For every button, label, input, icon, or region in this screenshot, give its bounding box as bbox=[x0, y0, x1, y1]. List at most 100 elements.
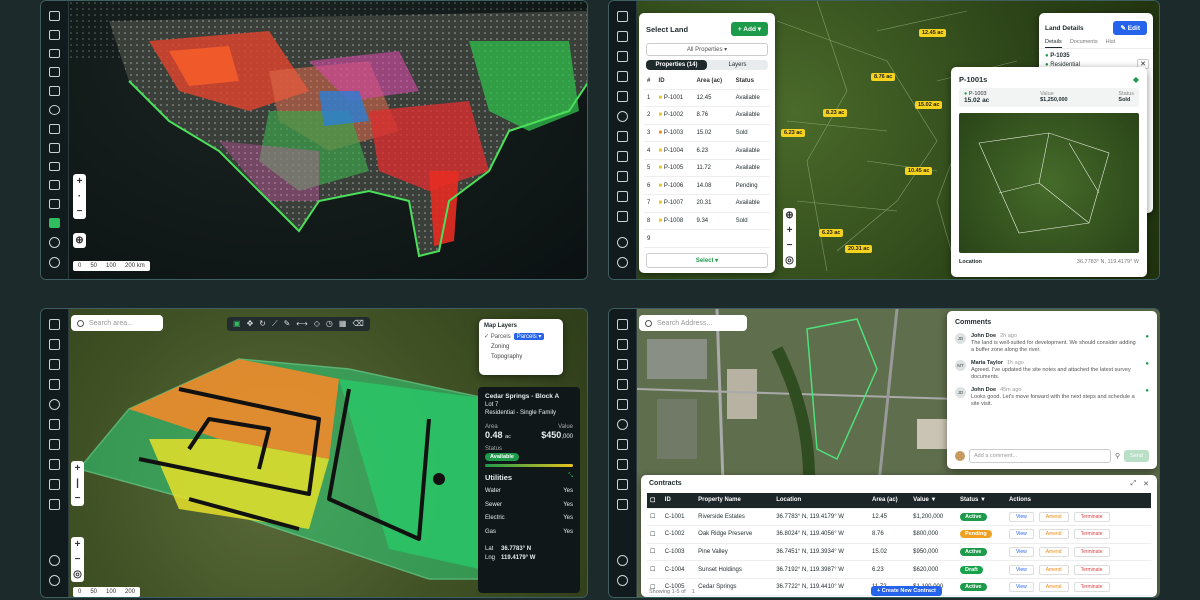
shape-icon[interactable] bbox=[49, 419, 60, 430]
table-row[interactable]: ☐ C-1002 Oak Ridge Preserve 36.8024° N, 119… bbox=[647, 525, 1151, 544]
comment-input[interactable]: Add a comment... bbox=[969, 449, 1111, 463]
tab-layers[interactable]: Layers bbox=[707, 60, 768, 70]
layers-icon[interactable] bbox=[49, 379, 60, 390]
pan-tool-icon[interactable]: ✥ bbox=[247, 319, 254, 329]
table-row[interactable]: 6 ■ P-1006 14.08 Pending bbox=[644, 176, 770, 196]
tab-details[interactable]: Details bbox=[1045, 39, 1062, 48]
map-area-label[interactable]: 20.31 ac bbox=[845, 245, 873, 253]
globe-icon[interactable] bbox=[49, 105, 60, 115]
menu-icon[interactable] bbox=[49, 11, 60, 21]
locate-control[interactable]: ⊕ bbox=[73, 233, 86, 248]
table-row[interactable]: 9 bbox=[644, 229, 770, 248]
compass-button[interactable]: ◎ bbox=[73, 567, 82, 582]
layer-zoning[interactable]: Zoning bbox=[479, 342, 563, 352]
layer-topography[interactable]: Topography bbox=[479, 352, 563, 362]
zoom-out-button[interactable]: − bbox=[75, 491, 81, 506]
layer-select-parcels[interactable]: Parcels ▾ bbox=[513, 333, 545, 340]
home-icon[interactable] bbox=[617, 339, 628, 350]
map-area-label[interactable]: 15.02 ac bbox=[915, 101, 943, 109]
grid-icon[interactable] bbox=[49, 459, 60, 470]
layers-icon[interactable]: ◆ bbox=[1133, 75, 1139, 84]
layer-toggle-parcels[interactable]: ✓ Parcels bbox=[484, 333, 511, 340]
chart-icon[interactable] bbox=[617, 211, 628, 222]
location-icon[interactable] bbox=[617, 555, 628, 566]
attach-icon[interactable]: ⚲ bbox=[1115, 452, 1120, 460]
home-icon[interactable] bbox=[49, 339, 60, 350]
measure-icon[interactable] bbox=[49, 142, 60, 153]
time-tool-icon[interactable]: ◷ bbox=[326, 319, 333, 329]
map-area-label[interactable]: 6.23 ac bbox=[819, 229, 844, 237]
row-checkbox[interactable]: ☐ bbox=[647, 543, 662, 562]
grid-icon[interactable] bbox=[617, 171, 628, 182]
map-area-label[interactable]: 6.23 ac bbox=[781, 129, 806, 137]
select-tool-icon[interactable]: ▣ bbox=[233, 319, 241, 329]
layers-icon[interactable] bbox=[49, 48, 60, 59]
map-area-label[interactable]: 8.23 ac bbox=[823, 109, 848, 117]
chart-icon[interactable] bbox=[49, 499, 60, 510]
map-area-label[interactable]: 8.76 ac bbox=[871, 73, 896, 81]
amend-button[interactable]: Amend bbox=[1038, 582, 1069, 593]
amend-button[interactable]: Amend bbox=[1038, 564, 1069, 575]
table-row[interactable]: 8 ■ P-1008 9.34 Sold bbox=[644, 212, 770, 231]
table-row[interactable]: ☐ C-1004 Sunset Holdings 36.7192° N, 119.39… bbox=[647, 560, 1151, 579]
table-row[interactable]: 2 ■ P-1002 8.76 Available bbox=[644, 106, 770, 125]
table-row[interactable]: ☐ C-1001 Riverside Estates 36.7783° N, 119.… bbox=[647, 508, 1151, 527]
table-icon[interactable] bbox=[49, 479, 60, 490]
page-number[interactable]: 1 bbox=[692, 589, 695, 595]
table-row[interactable]: 1 ■ P-1001 12.45 Available bbox=[644, 89, 770, 108]
edit-button[interactable]: ✎ Edit bbox=[1113, 21, 1147, 35]
line-tool-icon[interactable]: ⟋ bbox=[272, 319, 278, 329]
shape-icon[interactable] bbox=[617, 131, 628, 142]
settings-icon[interactable] bbox=[617, 575, 628, 586]
table-row[interactable]: ☐ C-1003 Pine Valley 36.7451° N, 119.3934° … bbox=[647, 543, 1151, 562]
table-icon[interactable] bbox=[49, 180, 60, 191]
tab-history[interactable]: Hist bbox=[1106, 39, 1115, 48]
pin-icon[interactable]: ● bbox=[1145, 361, 1149, 367]
grid-tool-icon[interactable]: ▦ bbox=[339, 319, 347, 329]
create-contract-button[interactable]: + Create New Contract bbox=[871, 586, 942, 596]
filter-icon[interactable] bbox=[617, 71, 628, 82]
location-icon[interactable] bbox=[49, 237, 60, 248]
map-canvas-us[interactable] bbox=[69, 1, 587, 279]
settings-icon[interactable] bbox=[617, 257, 628, 268]
terminate-button[interactable]: Terminate bbox=[1073, 546, 1110, 557]
view-button[interactable]: View bbox=[1008, 546, 1034, 557]
filter-icon[interactable] bbox=[49, 359, 60, 370]
table-row[interactable]: 3 ■ P-1003 15.02 Sold bbox=[644, 124, 770, 143]
table-row[interactable]: 7 ■ P-1007 20.31 Available bbox=[644, 194, 770, 213]
search-address-input[interactable]: Search Address... bbox=[639, 315, 747, 331]
globe-icon[interactable] bbox=[49, 399, 60, 410]
close-icon[interactable]: ✕ bbox=[1143, 480, 1149, 488]
grid-icon[interactable] bbox=[49, 161, 60, 172]
measure-icon[interactable] bbox=[49, 439, 60, 450]
table-icon[interactable] bbox=[617, 191, 628, 202]
settings-icon[interactable] bbox=[49, 575, 60, 586]
view-button[interactable]: View bbox=[1008, 529, 1034, 540]
settings-icon[interactable] bbox=[49, 257, 60, 268]
row-checkbox[interactable]: ☐ bbox=[647, 508, 662, 527]
tab-properties[interactable]: Properties (14) bbox=[646, 60, 707, 70]
zoom-slider[interactable]: | bbox=[76, 476, 79, 491]
measure-icon[interactable] bbox=[617, 151, 628, 162]
view-button[interactable]: View bbox=[1008, 564, 1034, 575]
terminate-button[interactable]: Terminate bbox=[1073, 529, 1110, 540]
amend-button[interactable]: Amend bbox=[1038, 546, 1069, 557]
table-row[interactable]: 4 ■ P-1004 6.23 Available bbox=[644, 141, 770, 160]
shield-tool-icon[interactable]: ◇ bbox=[314, 319, 320, 329]
select-all-checkbox[interactable]: ☐ bbox=[647, 493, 662, 509]
zoom-in-button[interactable]: + bbox=[75, 461, 81, 476]
view-button[interactable]: View bbox=[1008, 511, 1034, 522]
grid-icon[interactable] bbox=[617, 479, 628, 490]
zoom-out-button[interactable]: − bbox=[77, 204, 83, 219]
zoom-reset-button[interactable]: · bbox=[78, 189, 81, 204]
pin-icon[interactable]: ● bbox=[1145, 388, 1149, 394]
property-filter[interactable]: All Properties ▾ bbox=[646, 43, 768, 56]
stack-icon[interactable] bbox=[617, 91, 628, 102]
home-icon[interactable] bbox=[617, 31, 628, 42]
stack-icon[interactable] bbox=[49, 86, 60, 97]
zoom-in-button[interactable]: + bbox=[75, 537, 81, 552]
row-checkbox[interactable]: ☐ bbox=[647, 525, 662, 544]
map-area-label[interactable]: 12.45 ac bbox=[919, 29, 947, 37]
measure-icon[interactable] bbox=[617, 459, 628, 470]
filter-icon[interactable] bbox=[49, 67, 60, 78]
